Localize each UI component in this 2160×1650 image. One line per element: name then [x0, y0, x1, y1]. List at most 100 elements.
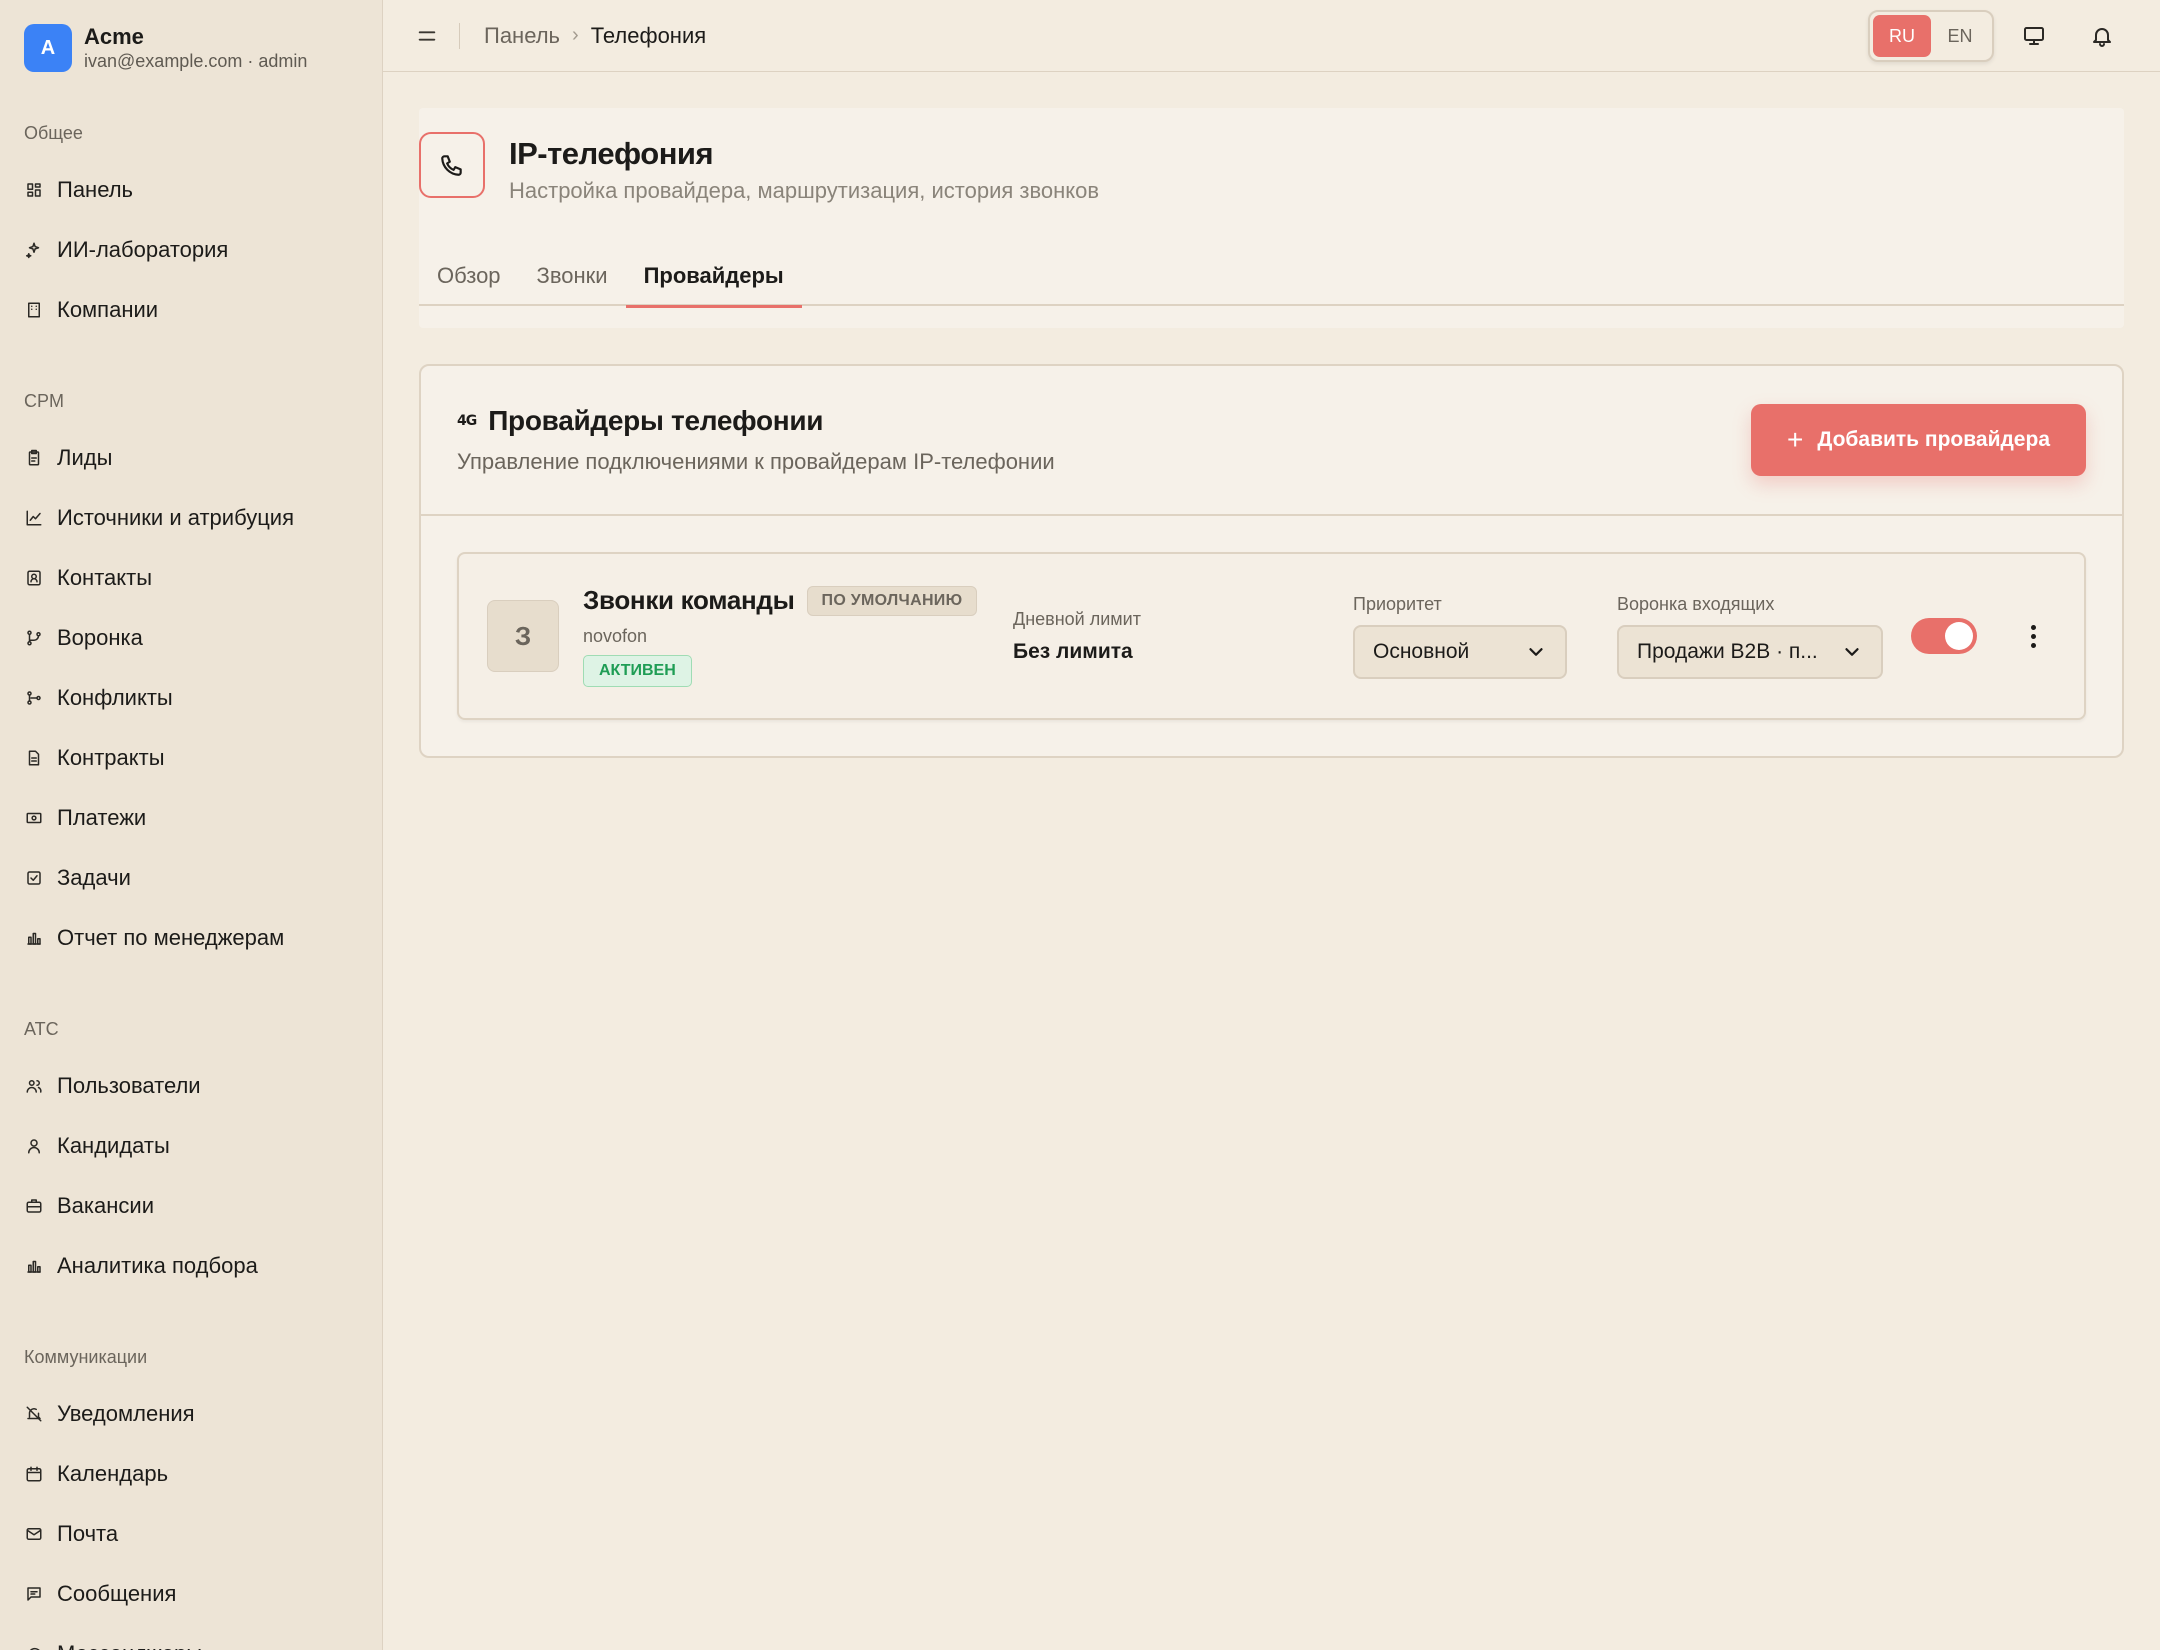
- sidebar-item[interactable]: Кандидаты: [0, 1116, 382, 1176]
- chevron-down-icon: [1845, 647, 1859, 656]
- signal-4g-icon: 4G: [457, 413, 477, 429]
- brand-avatar: A: [24, 24, 72, 72]
- chevron-right-icon: ›: [572, 24, 579, 46]
- sidebar-item[interactable]: Мессенджеры: [0, 1624, 382, 1650]
- brand-account: ivan@example.com · admin: [84, 51, 308, 71]
- sidebar-item[interactable]: Контракты: [0, 728, 382, 788]
- sidebar-item[interactable]: Календарь: [0, 1444, 382, 1504]
- add-provider-button[interactable]: + Добавить провайдера: [1751, 404, 2086, 476]
- sidebar-item-label: Аналитика подбора: [57, 1253, 258, 1278]
- sidebar-item-label: Сообщения: [57, 1581, 177, 1606]
- contact-icon: [25, 569, 43, 587]
- menu-toggle-icon[interactable]: [415, 24, 439, 48]
- status-badge: АКТИВЕН: [583, 655, 692, 687]
- daily-limit-value: Без лимита: [1013, 639, 1133, 663]
- sidebar-item[interactable]: Уведомления: [0, 1384, 382, 1444]
- lang-en-button[interactable]: EN: [1931, 15, 1989, 57]
- providers-title: Провайдеры телефонии: [488, 405, 824, 436]
- sidebar: A Acme ivan@example.com · admin Общее Пан…: [0, 0, 383, 1650]
- tabs: Обзор Звонки Провайдеры: [419, 246, 2124, 308]
- sparkles-icon: [25, 241, 43, 259]
- sidebar-item[interactable]: Задачи: [0, 848, 382, 908]
- sidebar-item-label: Источники и атрибуция: [57, 505, 294, 530]
- monitor-icon[interactable]: [2006, 13, 2062, 59]
- sidebar-item[interactable]: Аналитика подбора: [0, 1236, 382, 1296]
- building-icon: [25, 301, 43, 319]
- sidebar-item[interactable]: Панель: [0, 160, 382, 220]
- incoming-funnel-value: Продажи B2B · п...: [1637, 639, 1818, 663]
- sidebar-item[interactable]: Сообщения: [0, 1564, 382, 1624]
- daily-limit-label: Дневной лимит: [1013, 608, 1141, 629]
- page-subtitle: Настройка провайдера, маршрутизация, ист…: [509, 178, 1100, 203]
- provider-name: Звонки команды: [583, 585, 795, 615]
- divider: [459, 22, 460, 49]
- sidebar-item-label: Почта: [57, 1521, 119, 1546]
- topbar: Панель › Телефония RU EN: [383, 0, 2160, 72]
- sidebar-item-label: Конфликты: [57, 685, 173, 710]
- priority-select[interactable]: Основной: [1353, 624, 1567, 679]
- priority-value: Основной: [1373, 639, 1470, 663]
- file-icon: [25, 749, 43, 767]
- sidebar-item-label: Календарь: [57, 1461, 169, 1486]
- more-vertical-icon[interactable]: [2021, 623, 2045, 650]
- sidebar-item[interactable]: Контакты: [0, 548, 382, 608]
- sidebar-item-label: ИИ-лаборатория: [57, 237, 229, 262]
- tab-overview[interactable]: Обзор: [419, 246, 519, 306]
- add-provider-label: Добавить провайдера: [1817, 428, 2050, 451]
- language-switcher: RU EN: [1868, 10, 1994, 62]
- breadcrumb-panel[interactable]: Панель: [484, 23, 560, 49]
- app-root: A Acme ivan@example.com · admin Общее Пан…: [0, 0, 2160, 1650]
- sidebar-item-label: Вакансии: [57, 1193, 154, 1218]
- check-square-icon: [25, 869, 43, 887]
- topbar-actions: RU EN: [1868, 10, 2130, 62]
- users-icon: [25, 1077, 43, 1095]
- chevron-down-icon: [1529, 647, 1543, 656]
- sidebar-item[interactable]: ИИ-лаборатория: [0, 220, 382, 280]
- sidebar-item[interactable]: Воронка: [0, 608, 382, 668]
- brand[interactable]: A Acme ivan@example.com · admin: [0, 24, 382, 72]
- lang-ru-button[interactable]: RU: [1873, 15, 1931, 57]
- sidebar-item[interactable]: Платежи: [0, 788, 382, 848]
- sidebar-item[interactable]: Конфликты: [0, 668, 382, 728]
- breadcrumb-current: Телефония: [590, 22, 707, 48]
- message-square-icon: [25, 1585, 43, 1603]
- brand-name: Acme: [84, 24, 144, 49]
- sidebar-section-label: CPM: [24, 391, 64, 411]
- sidebar-item[interactable]: Отчет по менеджерам: [0, 908, 382, 968]
- sidebar-item[interactable]: Источники и атрибуция: [0, 488, 382, 548]
- bell-off-icon: [25, 1405, 43, 1423]
- tab-calls[interactable]: Звонки: [519, 246, 626, 306]
- sidebar-section-label: Общее: [24, 123, 83, 143]
- sidebar-item-label: Контакты: [57, 565, 153, 590]
- provider-code: novofon: [583, 626, 648, 646]
- calendar-icon: [25, 1465, 43, 1483]
- sidebar-item-label: Кандидаты: [57, 1133, 170, 1158]
- sidebar-item[interactable]: Лиды: [0, 428, 382, 488]
- provider-enabled-toggle[interactable]: [1911, 618, 1977, 654]
- sidebar-item-label: Мессенджеры: [57, 1641, 202, 1650]
- incoming-funnel-label: Воронка входящих: [1617, 593, 1775, 614]
- sidebar-item-label: Контракты: [57, 745, 165, 770]
- sidebar-item[interactable]: Пользователи: [0, 1056, 382, 1116]
- page-header: IP-телефония Настройка провайдера, маршр…: [419, 108, 2124, 328]
- sidebar-item-label: Отчет по менеджерам: [57, 925, 285, 950]
- sidebar-item[interactable]: Вакансии: [0, 1176, 382, 1236]
- banknote-icon: [25, 809, 43, 827]
- phone-icon: [419, 132, 485, 198]
- dashboard-icon: [25, 181, 43, 199]
- incoming-funnel-select[interactable]: Продажи B2B · п...: [1617, 624, 1883, 679]
- briefcase-icon: [25, 1197, 43, 1215]
- user-icon: [25, 1137, 43, 1155]
- bar-chart-icon: [25, 1257, 43, 1275]
- sidebar-item[interactable]: Компании: [0, 280, 382, 340]
- sidebar-item[interactable]: Почта: [0, 1504, 382, 1564]
- bar-chart-icon: [25, 929, 43, 947]
- main-area: Панель › Телефония RU EN IP-телефония На…: [383, 0, 2160, 1650]
- sidebar-item-label: Панель: [57, 177, 134, 202]
- page-title: IP-телефония: [509, 136, 714, 171]
- plus-icon: +: [1787, 424, 1804, 455]
- bell-icon[interactable]: [2074, 13, 2130, 59]
- tab-providers[interactable]: Провайдеры: [625, 246, 802, 308]
- sidebar-item-label: Задачи: [57, 865, 131, 890]
- providers-card: 4G Провайдеры телефонии Управление подкл…: [419, 364, 2124, 758]
